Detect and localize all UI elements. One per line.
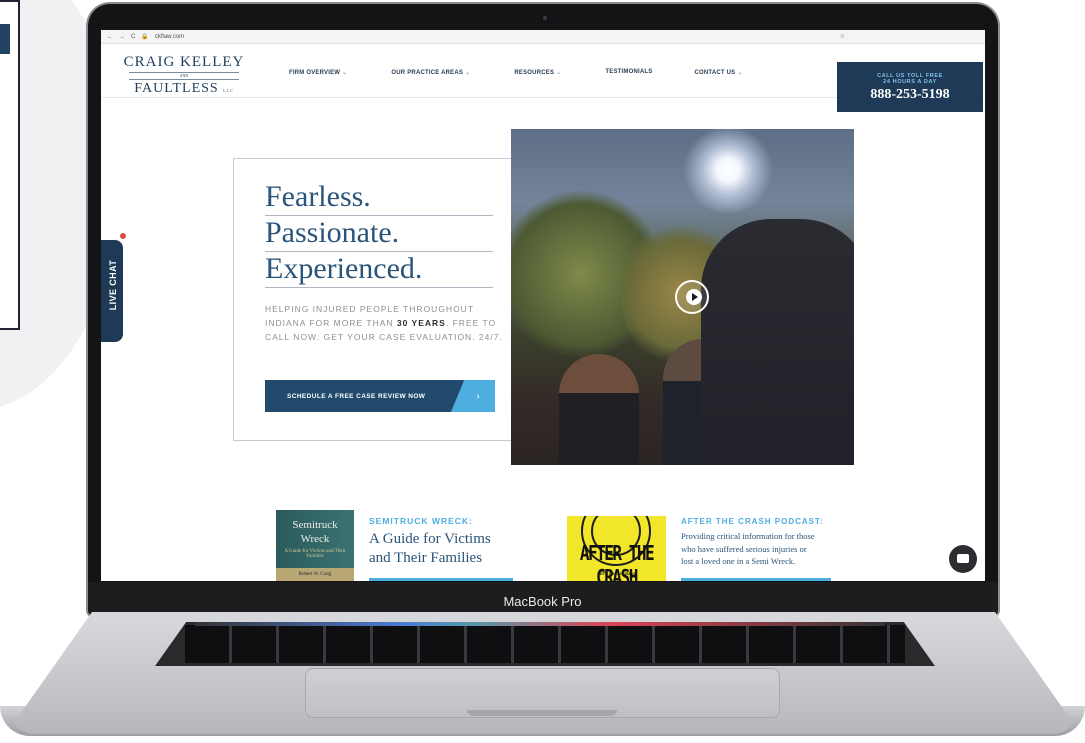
- notification-badge: [119, 232, 127, 240]
- url-text[interactable]: ckflaw.com: [155, 34, 184, 40]
- chevron-down-icon: ⌄: [737, 70, 743, 76]
- chevron-down-icon: ⌄: [465, 70, 471, 76]
- video-person: [559, 354, 639, 465]
- podcast-body: Providing critical information for those…: [681, 530, 815, 568]
- nav-practice-areas[interactable]: OUR PRACTICE AREAS ⌄: [391, 69, 470, 76]
- logo-and: AND: [129, 72, 239, 79]
- chevron-down-icon: ⌄: [342, 70, 348, 76]
- camera-icon: [543, 16, 547, 20]
- semitruck-body: A Guide for Victims and Their Families: [369, 530, 491, 568]
- call-line2: 24 HOURS A DAY: [883, 79, 937, 85]
- bookmark-star-icon[interactable]: ☆: [840, 33, 845, 40]
- forward-arrow-icon[interactable]: →: [119, 34, 125, 40]
- semitruck-link-bar[interactable]: [369, 578, 513, 581]
- back-arrow-icon[interactable]: ←: [107, 34, 113, 40]
- call-box[interactable]: CALL US TOLL FREE 24 HOURS A DAY 888-253…: [837, 62, 983, 112]
- video-sun: [683, 129, 773, 215]
- lid-notch: [467, 710, 617, 716]
- nav-practice-areas-label: OUR PRACTICE AREAS: [391, 70, 464, 76]
- play-button[interactable]: [675, 280, 709, 314]
- nav-contact-us[interactable]: CONTACT US ⌄: [694, 69, 742, 76]
- site-logo[interactable]: CRAIG KELLEY AND FAULTLESS LLC: [123, 54, 245, 97]
- background-frame-bar: [0, 24, 10, 54]
- podcast-link-bar[interactable]: [681, 578, 831, 581]
- hero-subtext-bold: 30 YEARS: [396, 318, 446, 328]
- touch-bar: [195, 622, 885, 626]
- headline-line: Experienced.: [265, 252, 493, 288]
- nav-testimonials-label: TESTIMONIALS: [605, 69, 653, 75]
- podcast-body-line: lost a loved one in a Semi Wreck.: [681, 556, 796, 566]
- nav-firm-overview-label: FIRM OVERVIEW: [289, 70, 341, 76]
- book-subtitle: A Guide for Victims and Their Families: [284, 549, 346, 559]
- headline-line: Passionate.: [265, 216, 493, 252]
- book-title-line1: Semitruck: [292, 519, 338, 531]
- semitruck-title: SEMITRUCK WRECK:: [369, 516, 473, 526]
- device-label: MacBook Pro: [503, 594, 582, 609]
- logo-line2: FAULTLESS LLC: [129, 79, 239, 97]
- hero-headline: Fearless. Passionate. Experienced.: [265, 180, 493, 288]
- stage: ← → C 🔒 ckflaw.com ☆ CRAIG KELLEY AND FA…: [0, 0, 1085, 743]
- podcast-cover-sub: WITH DAVID CRAIG: [597, 571, 636, 576]
- logo-line1: CRAIG KELLEY: [123, 54, 245, 70]
- laptop-screen: ← → C 🔒 ckflaw.com ☆ CRAIG KELLEY AND FA…: [101, 30, 985, 581]
- book-title-line2: Wreck: [300, 533, 330, 545]
- play-icon: [686, 289, 702, 305]
- live-chat-tab[interactable]: LIVE CHAT: [101, 240, 123, 342]
- book-cover[interactable]: Semitruck Wreck A Guide for Victims and …: [276, 510, 354, 581]
- podcast-title: AFTER THE CRASH PODCAST:: [681, 517, 824, 526]
- hero-subtext: HELPING INJURED PEOPLE THROUGHOUT INDIAN…: [265, 302, 505, 344]
- logo-suffix: LLC: [223, 88, 234, 93]
- nav-contact-us-label: CONTACT US: [694, 70, 736, 76]
- nav-resources-label: RESOURCES: [514, 70, 555, 76]
- background-frame: [0, 0, 20, 330]
- podcast-cover[interactable]: AFTER THE CRASH WITH DAVID CRAIG: [567, 516, 666, 581]
- semitruck-body-line: and Their Families: [369, 550, 483, 566]
- headline-line: Fearless.: [265, 180, 493, 216]
- live-chat-label: LIVE CHAT: [108, 259, 118, 311]
- video-person: [701, 219, 854, 465]
- lock-icon: 🔒: [141, 34, 149, 40]
- browser-address-bar[interactable]: ← → C 🔒 ckflaw.com ☆: [101, 30, 985, 44]
- chevron-down-icon: ⌄: [556, 70, 562, 76]
- nav-testimonials[interactable]: TESTIMONIALS: [605, 69, 652, 76]
- book-author: Robert W. Craig: [276, 568, 354, 581]
- main-menu: FIRM OVERVIEW ⌄ OUR PRACTICE AREAS ⌄ RESOU…: [289, 69, 743, 76]
- keyboard: [155, 622, 935, 666]
- phone-number[interactable]: 888-253-5198: [837, 87, 983, 103]
- podcast-body-line: Providing critical information for those: [681, 531, 815, 541]
- podcast-body-line: who have suffered serious injuries or: [681, 543, 807, 554]
- semitruck-body-line: A Guide for Victims: [369, 531, 491, 547]
- chat-bubble-icon[interactable]: [949, 545, 977, 573]
- nav-resources[interactable]: RESOURCES ⌄: [514, 69, 561, 76]
- site-header: CRAIG KELLEY AND FAULTLESS LLC FIRM OVER…: [101, 44, 985, 112]
- nav-firm-overview[interactable]: FIRM OVERVIEW ⌄: [289, 69, 347, 76]
- reload-icon[interactable]: C: [131, 34, 135, 40]
- keyboard-keys: [185, 625, 905, 663]
- logo-line2-text: FAULTLESS: [134, 81, 219, 96]
